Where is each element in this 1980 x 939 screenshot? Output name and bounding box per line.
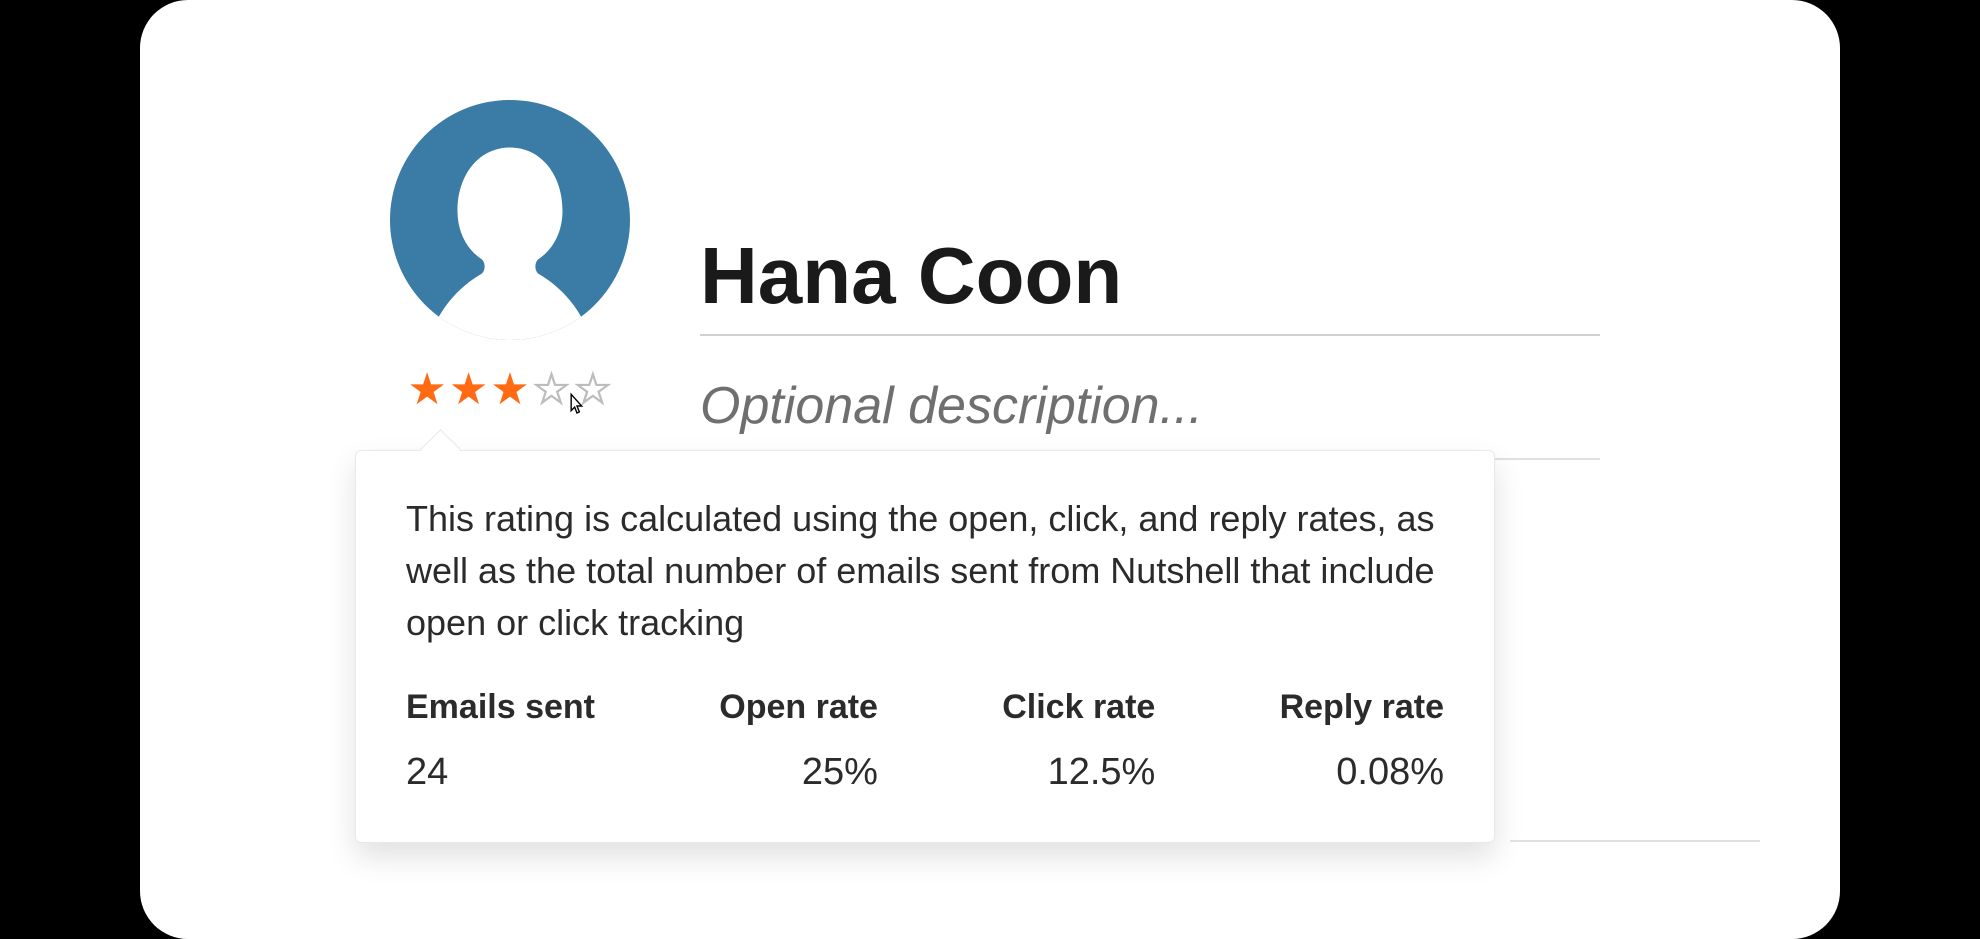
stat-label: Reply rate [1280, 688, 1444, 727]
stat-value: 24 [406, 751, 448, 794]
stat-value: 12.5% [1048, 751, 1156, 794]
stat-label: Open rate [719, 688, 878, 727]
avatar-column: ★ ★ ★ ☆ ☆ [380, 100, 640, 412]
stat-value: 0.08% [1336, 751, 1444, 794]
divider [1510, 840, 1760, 842]
stats-row: Emails sent 24 Open rate 25% Click rate … [406, 688, 1444, 794]
star-icon: ★ [407, 368, 446, 412]
stat-emails-sent: Emails sent 24 [406, 688, 595, 794]
avatar[interactable] [390, 100, 630, 340]
contact-card: ★ ★ ★ ☆ ☆ Hana Coon Optional description… [140, 0, 1840, 939]
stat-label: Click rate [1002, 688, 1155, 727]
star-icon: ☆ [573, 368, 612, 412]
stat-click-rate: Click rate 12.5% [1002, 688, 1155, 794]
person-icon [420, 130, 600, 340]
tooltip-description: This rating is calculated using the open… [406, 493, 1444, 650]
description-field[interactable]: Optional description... [700, 376, 1600, 460]
stat-reply-rate: Reply rate 0.08% [1280, 688, 1444, 794]
star-icon: ★ [449, 368, 488, 412]
star-icon: ★ [490, 368, 529, 412]
rating-stars[interactable]: ★ ★ ★ ☆ ☆ [407, 368, 612, 412]
star-icon: ☆ [532, 368, 571, 412]
contact-header: ★ ★ ★ ☆ ☆ Hana Coon Optional description… [380, 100, 1600, 460]
rating-tooltip: This rating is calculated using the open… [355, 450, 1495, 843]
contact-name[interactable]: Hana Coon [700, 230, 1600, 336]
stat-label: Emails sent [406, 688, 595, 727]
name-column: Hana Coon Optional description... [700, 100, 1600, 460]
stat-open-rate: Open rate 25% [719, 688, 878, 794]
stat-value: 25% [802, 751, 878, 794]
